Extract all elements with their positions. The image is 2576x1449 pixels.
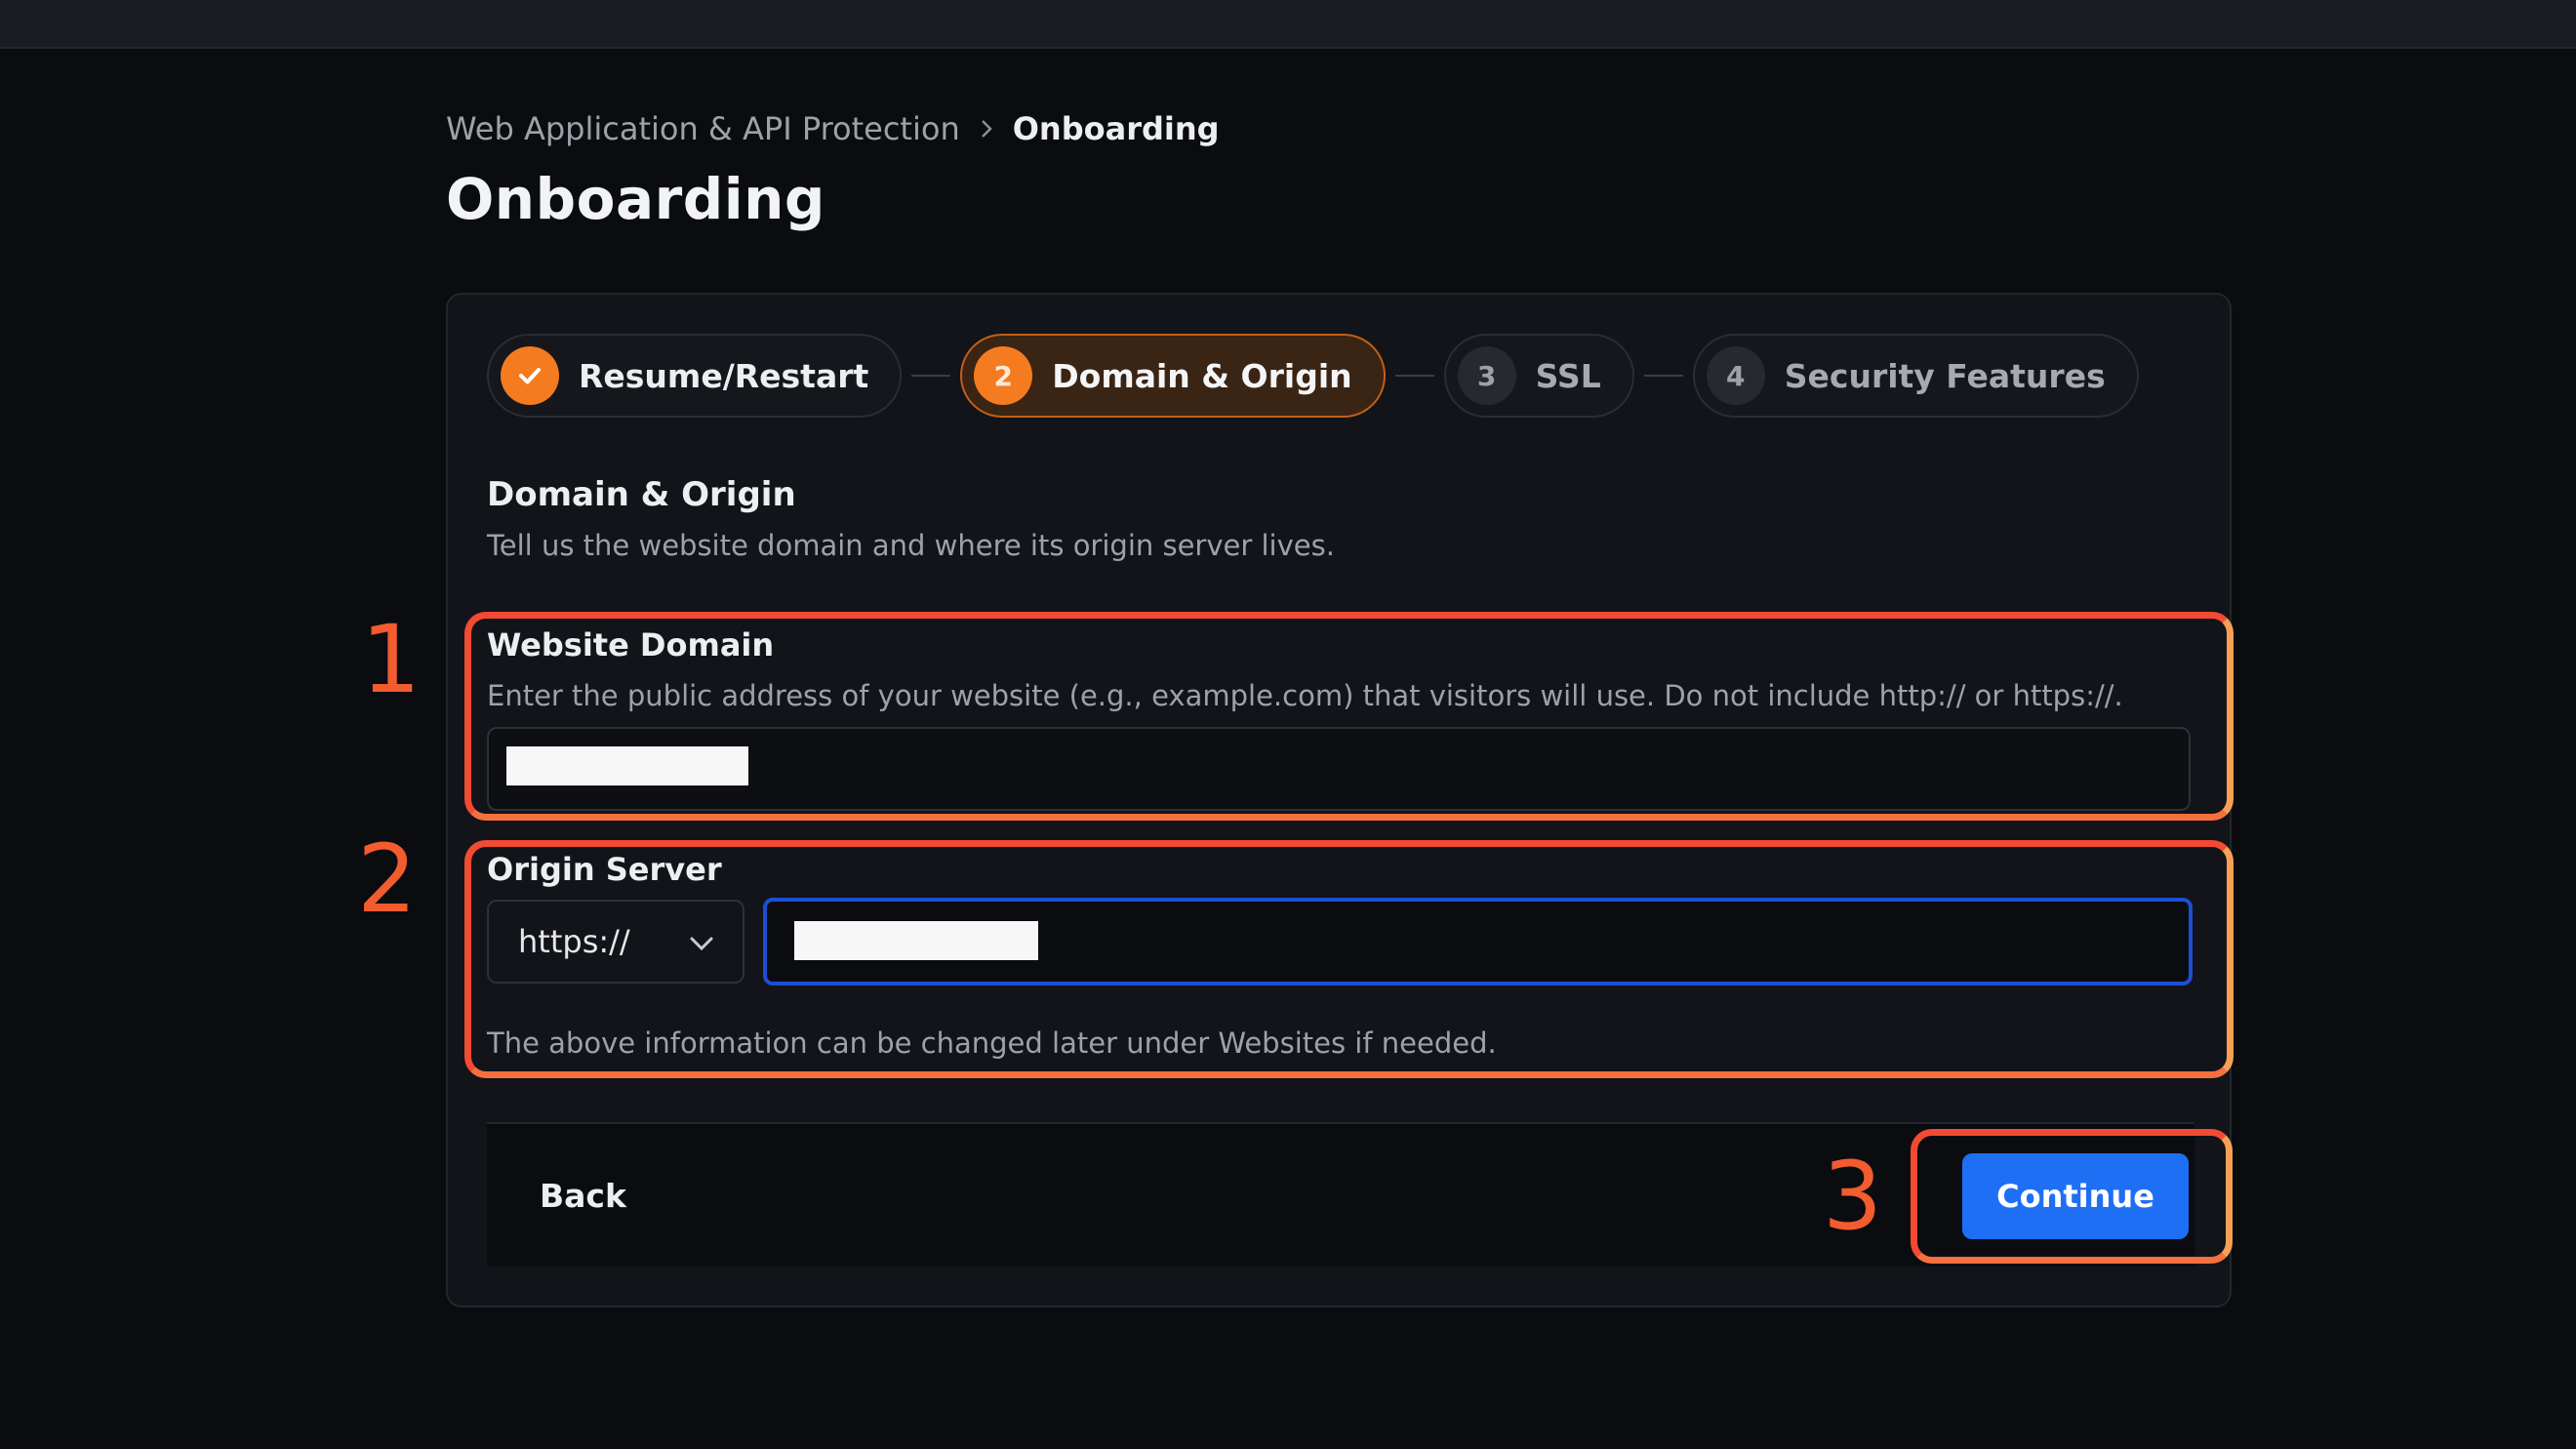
step-security-features[interactable]: 4 Security Features <box>1692 334 2139 418</box>
step-label: SSL <box>1535 356 1601 395</box>
annotation-box-2 <box>464 840 2234 1078</box>
step-number: 2 <box>974 346 1033 405</box>
step-connector <box>911 375 951 377</box>
step-label: Security Features <box>1784 356 2106 395</box>
annotation-box-3 <box>1911 1129 2233 1264</box>
annotation-box-1 <box>464 612 2234 821</box>
step-domain-origin[interactable]: 2 Domain & Origin <box>960 334 1386 418</box>
step-connector <box>1643 375 1683 377</box>
step-number: 3 <box>1457 346 1516 405</box>
check-icon <box>501 346 559 405</box>
breadcrumb-parent-link[interactable]: Web Application & API Protection <box>446 110 960 147</box>
step-connector <box>1394 375 1434 377</box>
breadcrumb: Web Application & API Protection Onboard… <box>446 107 1220 150</box>
chevron-right-icon <box>980 118 993 140</box>
section-description: Tell us the website domain and where its… <box>487 529 1335 562</box>
annotation-number-2: 2 <box>357 825 418 934</box>
step-number: 4 <box>1706 346 1765 405</box>
step-resume-restart[interactable]: Resume/Restart <box>487 334 903 418</box>
stepper: Resume/Restart 2 Domain & Origin 3 SSL 4… <box>487 334 2139 418</box>
top-bar <box>0 0 2576 49</box>
breadcrumb-current: Onboarding <box>1012 110 1220 147</box>
annotation-number-3: 3 <box>1823 1142 1883 1251</box>
step-ssl[interactable]: 3 SSL <box>1443 334 1634 418</box>
page-title: Onboarding <box>446 166 825 232</box>
step-label: Resume/Restart <box>579 356 869 395</box>
section-title: Domain & Origin <box>487 475 796 514</box>
back-button[interactable]: Back <box>526 1163 640 1229</box>
step-label: Domain & Origin <box>1052 356 1352 395</box>
annotation-number-1: 1 <box>361 605 422 714</box>
